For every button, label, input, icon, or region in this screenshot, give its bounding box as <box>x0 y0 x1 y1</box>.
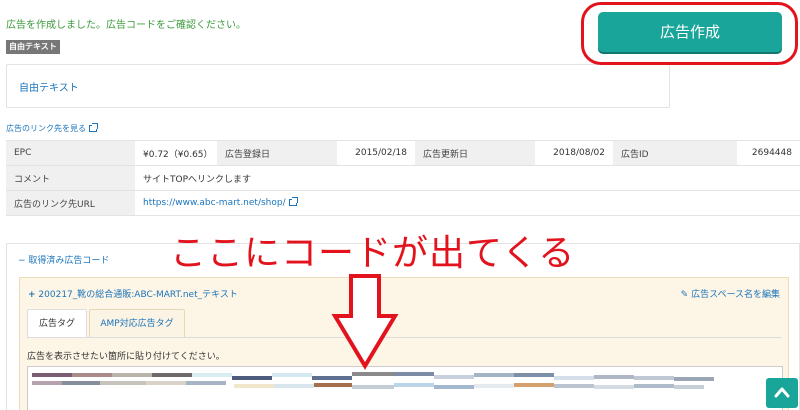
ad-space-name-text: 200217_靴の総合通販:ABC-MART.net_テキスト <box>38 290 238 300</box>
paste-instruction: 広告を表示させたい箇所に貼り付けてください。 <box>27 352 225 362</box>
external-link-icon <box>288 197 298 206</box>
free-text-link[interactable]: 自由テキスト <box>19 79 79 94</box>
pencil-icon: ✎ <box>680 290 689 300</box>
ad-code-card: + 200217_靴の総合通販:ABC-MART.net_テキスト ✎ 広告スペ… <box>19 277 789 410</box>
free-text-badge: 自由テキスト <box>6 40 60 54</box>
acquired-code-toggle[interactable]: − 取得済み広告コード <box>18 253 109 266</box>
updated-label: 広告更新日 <box>415 140 535 166</box>
annotation-text: ここにコードが出てくる <box>170 233 576 274</box>
free-text-box: 自由テキスト <box>6 64 670 108</box>
ad-url-link[interactable]: https://www.abc-mart.net/shop/ <box>143 198 286 208</box>
comment-value: サイトTOPへリンクします <box>135 165 800 191</box>
ad-id-value: 2694448 <box>737 140 800 166</box>
plus-icon: + <box>28 290 36 300</box>
table-row: コメント サイトTOPへリンクします <box>6 165 800 191</box>
table-row: EPC ¥0.72（¥0.65） 広告登録日 2015/02/18 広告更新日 … <box>6 140 800 166</box>
tab-divider <box>27 337 782 338</box>
link-preview-link[interactable]: 広告のリンク先を見る <box>6 123 98 134</box>
epc-label: EPC <box>6 140 135 166</box>
url-cell: https://www.abc-mart.net/shop/ <box>135 190 800 216</box>
create-button-highlight: 広告作成 <box>581 2 798 65</box>
table-row: 広告のリンク先URL https://www.abc-mart.net/shop… <box>6 190 800 216</box>
ad-id-label: 広告ID <box>613 140 737 166</box>
minus-icon: − <box>18 256 26 266</box>
updated-value: 2018/08/02 <box>535 140 613 166</box>
tab-ad-tag[interactable]: 広告タグ <box>27 309 87 338</box>
create-ad-button[interactable]: 広告作成 <box>598 12 782 52</box>
ad-code-textarea[interactable] <box>27 366 783 410</box>
scroll-top-button[interactable] <box>766 378 798 408</box>
ad-space-name[interactable]: + 200217_靴の総合通販:ABC-MART.net_テキスト <box>28 287 238 300</box>
chevron-up-icon <box>774 387 790 398</box>
external-link-icon <box>89 123 98 132</box>
link-preview-label: 広告のリンク先を見る <box>6 124 86 133</box>
edit-space-name-link[interactable]: ✎ 広告スペース名を編集 <box>681 287 780 300</box>
comment-label: コメント <box>6 165 135 191</box>
url-label: 広告のリンク先URL <box>6 190 135 216</box>
acquired-code-title: 取得済み広告コード <box>28 256 110 266</box>
epc-value: ¥0.72（¥0.65） <box>135 140 217 166</box>
tab-amp-ad-tag[interactable]: AMP対応広告タグ <box>89 309 185 338</box>
down-arrow-icon <box>331 274 399 370</box>
success-message: 広告を作成しました。広告コードをご確認ください。 <box>6 20 246 31</box>
edit-space-name-label: 広告スペース名を編集 <box>691 290 780 300</box>
ad-info-table: EPC ¥0.72（¥0.65） 広告登録日 2015/02/18 広告更新日 … <box>6 140 800 216</box>
registered-label: 広告登録日 <box>217 140 337 166</box>
registered-value: 2015/02/18 <box>337 140 415 166</box>
